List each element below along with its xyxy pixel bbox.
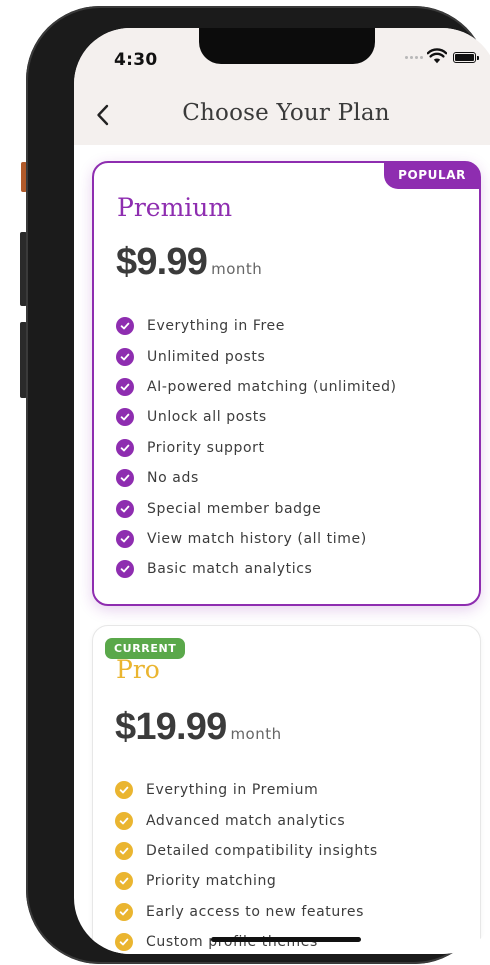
feature-item: AI-powered matching (unlimited) xyxy=(116,372,397,402)
price-period: month xyxy=(211,260,263,278)
wifi-icon xyxy=(427,48,447,64)
navigation-header: 4:30 Choose Your Plan xyxy=(74,28,490,145)
feature-label: Unlimited posts xyxy=(147,348,266,365)
screen: 4:30 Choose Your Plan POPULAR Premium $9… xyxy=(74,28,490,954)
status-time: 4:30 xyxy=(114,50,158,70)
price-amount: $9.99 xyxy=(116,241,208,283)
check-circle-icon xyxy=(116,499,134,518)
check-circle-icon xyxy=(116,560,134,579)
feature-item: Priority matching xyxy=(115,866,378,896)
check-circle-icon xyxy=(115,781,133,800)
feature-label: Priority matching xyxy=(146,873,277,890)
feature-label: Everything in Premium xyxy=(146,782,319,799)
feature-item: Advanced match analytics xyxy=(115,805,378,835)
check-circle-icon xyxy=(115,933,133,952)
feature-label: AI-powered matching (unlimited) xyxy=(147,378,397,395)
feature-item: No ads xyxy=(116,463,397,493)
feature-label: Unlock all posts xyxy=(147,409,267,426)
notch xyxy=(199,28,375,64)
feature-label: Detailed compatibility insights xyxy=(146,842,378,859)
feature-item: Early access to new features xyxy=(115,897,378,927)
page-title: Choose Your Plan xyxy=(182,100,390,126)
feature-item: Priority support xyxy=(116,433,397,463)
feature-item: Everything in Free xyxy=(116,311,397,341)
phone-frame: 4:30 Choose Your Plan POPULAR Premium $9… xyxy=(26,6,490,964)
feature-item: Everything in Premium xyxy=(115,775,378,805)
feature-label: No ads xyxy=(147,470,199,487)
plan-card-pro[interactable]: CURRENT Pro $19.99 month Everything in P… xyxy=(92,625,481,954)
feature-list: Everything in Free Unlimited posts AI-powe… xyxy=(116,311,397,585)
plan-card-premium[interactable]: POPULAR Premium $9.99 month Everything i… xyxy=(92,161,481,606)
check-circle-icon xyxy=(116,529,134,548)
check-circle-icon xyxy=(115,811,133,830)
feature-item: View match history (all time) xyxy=(116,524,397,554)
feature-label: View match history (all time) xyxy=(147,530,367,547)
plan-name: Premium xyxy=(117,193,233,222)
feature-list: Everything in Premium Advanced match anal… xyxy=(115,775,378,954)
price-period: month xyxy=(230,725,282,743)
price-amount: $19.99 xyxy=(115,706,227,748)
feature-item: Unlimited posts xyxy=(116,341,397,371)
check-circle-icon xyxy=(115,902,133,921)
feature-label: Basic match analytics xyxy=(147,561,313,578)
feature-label: Special member badge xyxy=(147,500,322,517)
check-circle-icon xyxy=(116,438,134,457)
feature-label: Early access to new features xyxy=(146,903,364,920)
feature-label: Everything in Free xyxy=(147,318,285,335)
feature-label: Advanced match analytics xyxy=(146,812,346,829)
price-row: $9.99 month xyxy=(116,241,262,284)
feature-label: Priority support xyxy=(147,439,265,456)
home-indicator xyxy=(211,937,361,942)
feature-item: Detailed compatibility insights xyxy=(115,836,378,866)
current-badge: CURRENT xyxy=(105,638,186,659)
feature-item: Unlock all posts xyxy=(116,402,397,432)
signal-dots-icon xyxy=(405,56,425,60)
check-circle-icon xyxy=(116,347,134,366)
feature-item: Basic match analytics xyxy=(116,554,397,584)
price-row: $19.99 month xyxy=(115,706,282,749)
check-circle-icon xyxy=(116,317,134,336)
battery-icon xyxy=(453,52,479,63)
check-circle-icon xyxy=(116,469,134,488)
popular-badge: POPULAR xyxy=(384,162,480,189)
check-circle-icon xyxy=(116,377,134,396)
check-circle-icon xyxy=(115,872,133,891)
feature-item: Special member badge xyxy=(116,493,397,523)
plan-name: Pro xyxy=(116,655,160,684)
check-circle-icon xyxy=(116,408,134,427)
check-circle-icon xyxy=(115,841,133,860)
